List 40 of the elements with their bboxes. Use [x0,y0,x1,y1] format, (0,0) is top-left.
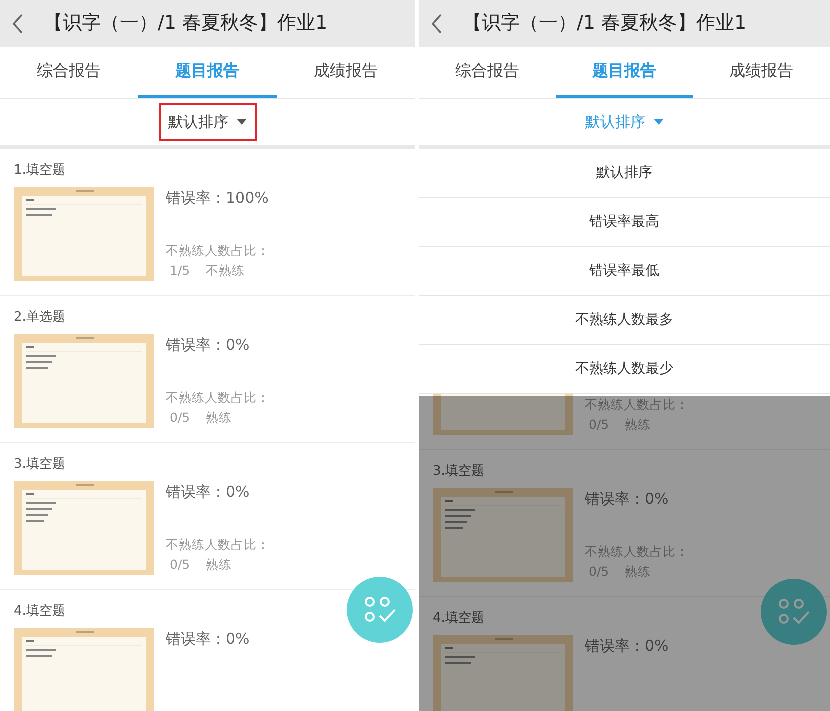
question-title: 4.填空题 [14,603,66,621]
back-icon[interactable] [12,14,24,34]
stat-label: 不熟练人数占比： [166,536,270,554]
stat-value: 0/5 [589,416,610,434]
tab[interactable]: 成绩报告 [276,47,415,98]
mastery-status: 不熟练 [206,262,246,280]
stat-label: 不熟练人数占比： [166,242,270,260]
error-rate: 错误率：0% [166,629,250,650]
question-title: 2.单选题 [14,309,66,327]
question-title: 4.填空题 [433,610,484,628]
question-title: 3.填空题 [433,463,484,481]
question-title: 1.填空题 [14,162,66,180]
error-rate: 错误率：0% [166,482,251,503]
error-rate: 错误率：0% [585,636,669,657]
question-title: 3.填空题 [14,456,66,474]
caret-icon [654,119,664,125]
stat-value: 0/5 [170,556,190,574]
stat-label: 不熟练人数占比： [585,396,689,414]
stat-label: 不熟练人数占比： [585,543,689,561]
mastery-status: 熟练 [625,416,652,434]
stat-label: 不熟练人数占比： [166,389,270,407]
back-icon[interactable] [431,14,443,34]
tab[interactable]: 综合报告 [0,47,138,98]
tab[interactable]: 成绩报告 [693,47,830,98]
stat-value: 0/5 [589,563,610,581]
mastery-status: 熟练 [206,409,232,427]
tab[interactable]: 综合报告 [419,47,556,98]
page-title: 【识字（一）/1 春夏秋冬】作业1 [44,11,328,36]
sort-dropdown[interactable]: 默认排序 [158,102,256,142]
dots-check-icon [363,595,397,625]
caret-icon [236,119,246,125]
mastery-status: 熟练 [206,556,232,574]
dots-check-icon [777,597,811,627]
error-rate: 错误率：100% [166,188,270,209]
stat-value: 0/5 [170,409,190,427]
error-rate: 错误率：0% [166,335,251,356]
mastery-status: 熟练 [625,563,652,581]
stat-value: 1/5 [170,262,190,280]
page-title: 【识字（一）/1 春夏秋冬】作业1 [463,11,747,36]
error-rate: 错误率：0% [585,489,670,510]
